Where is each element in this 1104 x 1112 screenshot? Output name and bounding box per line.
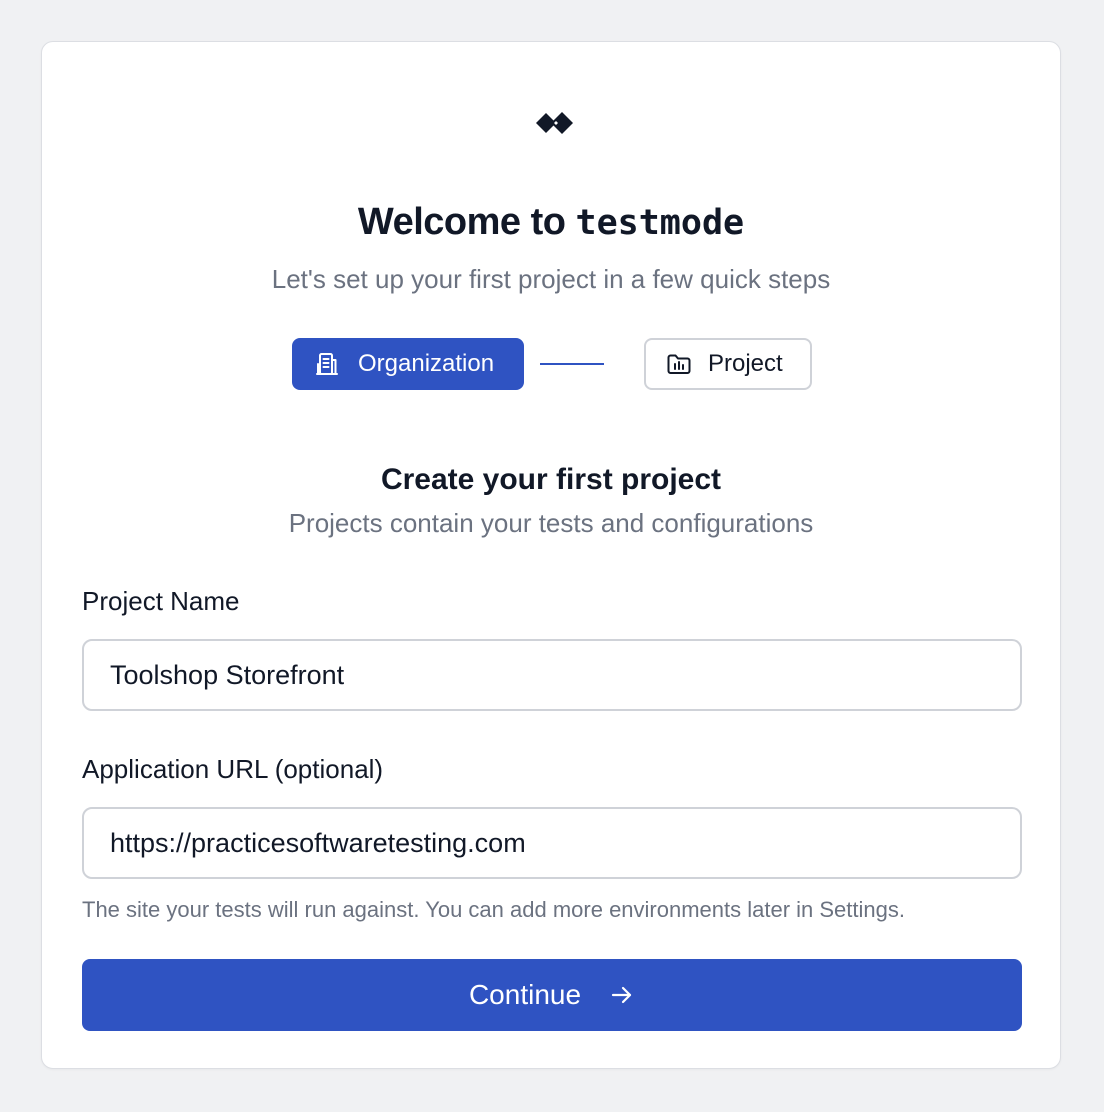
step-organization[interactable]: Organization	[292, 338, 524, 390]
application-url-input[interactable]	[82, 807, 1022, 879]
step-label: Organization	[358, 350, 495, 377]
page-title: Welcome to testmode	[42, 196, 1060, 249]
onboarding-card: Welcome to testmode Let's set up your fi…	[41, 41, 1061, 1069]
project-name-input[interactable]	[82, 639, 1022, 711]
building-icon	[314, 351, 340, 377]
folder-icon	[666, 351, 692, 377]
page-subtitle: Let's set up your first project in a few…	[271, 264, 831, 294]
title-prefix: Welcome to	[357, 201, 576, 243]
product-name: testmode	[575, 203, 745, 243]
application-url-label: Application URL (optional)	[82, 754, 384, 784]
form-title: Create your first project	[380, 463, 722, 496]
application-url-help-text: The site your tests will run against. Yo…	[82, 897, 905, 922]
step-project[interactable]: Project	[644, 338, 812, 390]
step-connector	[540, 363, 604, 365]
step-label: Project	[708, 350, 783, 377]
continue-label: Continue	[468, 979, 582, 1010]
form-subtitle: Projects contain your tests and configur…	[288, 508, 814, 538]
continue-button[interactable]: Continue	[82, 959, 1022, 1031]
project-name-label: Project Name	[82, 586, 240, 616]
setup-stepper: Organization Project	[292, 338, 812, 390]
arrow-right-icon	[609, 982, 635, 1008]
testmode-logo-icon	[536, 110, 576, 136]
